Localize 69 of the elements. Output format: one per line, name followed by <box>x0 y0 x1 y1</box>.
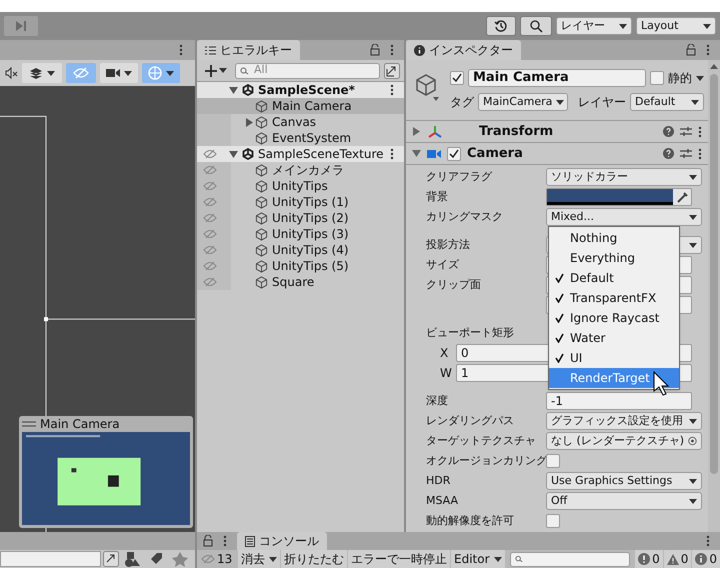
property-label: オクルージョンカリング <box>426 452 546 469</box>
hierarchy-item[interactable]: UnityTips (3) <box>197 226 404 242</box>
hierarchy-item[interactable]: UnityTips (4) <box>197 242 404 258</box>
property-label: ターゲットテクスチャ <box>426 432 537 449</box>
hierarchy-item[interactable]: UnityTips <box>197 178 404 194</box>
scene-name: SampleScene* <box>258 82 355 99</box>
property-dropdown[interactable]: Off <box>546 492 702 510</box>
hierarchy-item[interactable]: メインカメラ <box>197 162 404 178</box>
component-title: Transform <box>479 122 554 141</box>
property-dropdown[interactable]: ソリッドカラー <box>546 168 702 186</box>
menu-item[interactable]: RenderTarget <box>549 368 679 388</box>
hierarchy-item[interactable]: UnityTips (1) <box>197 194 404 210</box>
property-dropdown[interactable]: Use Graphics Settings <box>546 472 702 490</box>
axis-label: X <box>440 345 450 362</box>
property-label: サイズ <box>426 256 460 273</box>
property-label: クリアフラグ <box>426 168 494 185</box>
log-count-button[interactable]: 0 <box>692 550 720 568</box>
hierarchy-item[interactable]: UnityTips (2) <box>197 210 404 226</box>
property-label: HDR <box>426 472 452 489</box>
layer-label: レイヤー <box>578 94 626 111</box>
property-label: カリングマスク <box>426 208 504 225</box>
hierarchy-item[interactable]: Main Camera <box>197 98 404 114</box>
component-title: Camera <box>467 144 523 163</box>
hidden-count: 13 <box>217 551 232 568</box>
menu-item[interactable]: Default <box>549 268 679 288</box>
property-label: レンダリングパス <box>426 412 515 429</box>
component-header[interactable]: Camera <box>406 143 708 165</box>
log-count-button[interactable]: 0 <box>635 550 663 568</box>
layer-dropdown[interactable]: Default <box>630 93 704 111</box>
property-label: MSAA <box>426 492 460 509</box>
console-tab[interactable]: コンソール <box>237 532 327 550</box>
property-label: 投影方法 <box>426 236 471 253</box>
axis-label: W <box>440 365 453 382</box>
property-dropdown[interactable]: Mixed... <box>546 208 702 226</box>
hierarchy-item[interactable]: UnityTips (5) <box>197 258 404 274</box>
scene-header[interactable]: SampleScene* <box>197 82 404 98</box>
preview-title: Main Camera <box>40 416 120 433</box>
static-label: 静的 <box>668 70 692 87</box>
hierarchy-tab[interactable]: ヒエラルキー <box>197 40 300 60</box>
hierarchy-item[interactable]: Canvas <box>197 114 404 130</box>
layout-dropdown[interactable]: Layout <box>636 17 716 35</box>
scene-name: SampleSceneTexture <box>258 146 384 163</box>
property-label: 背景 <box>426 188 449 205</box>
menu-item[interactable]: TransparentFX <box>549 288 679 308</box>
object-field[interactable]: なし (レンダーテクスチャ) <box>546 432 702 450</box>
property-label: 深度 <box>426 392 449 409</box>
console-button[interactable]: エラーで一時停止 <box>348 550 450 568</box>
menu-item[interactable]: Everything <box>549 248 679 268</box>
menu-item[interactable]: Water <box>549 328 679 348</box>
hierarchy-item[interactable]: Square <box>197 274 404 290</box>
property-label: クリップ面 <box>426 276 482 293</box>
component-header[interactable]: Transform <box>406 121 708 143</box>
menu-item[interactable]: Nothing <box>549 228 679 248</box>
property-label: 動的解像度を許可 <box>426 512 515 529</box>
layers-dropdown[interactable]: レイヤー <box>556 17 632 35</box>
console-button[interactable]: 折りたたむ <box>281 550 347 568</box>
menu-item[interactable]: Ignore Raycast <box>549 308 679 328</box>
property-dropdown[interactable]: グラフィックス設定を使用 <box>546 412 702 430</box>
number-field[interactable]: -1 <box>546 392 692 410</box>
name-field[interactable]: Main Camera <box>468 69 646 87</box>
scene-header[interactable]: SampleSceneTexture <box>197 146 404 162</box>
property-label: ビューポート矩形 <box>426 324 515 341</box>
log-count-button[interactable]: 0 <box>664 550 692 568</box>
console-button[interactable]: 消去 <box>238 550 280 568</box>
tag-label: タグ <box>450 94 474 111</box>
tag-dropdown[interactable]: MainCamera <box>478 93 568 111</box>
inspector-tab[interactable]: インスペクター <box>406 40 521 60</box>
console-button[interactable]: Editor <box>451 550 505 568</box>
hierarchy-item[interactable]: EventSystem <box>197 130 404 146</box>
